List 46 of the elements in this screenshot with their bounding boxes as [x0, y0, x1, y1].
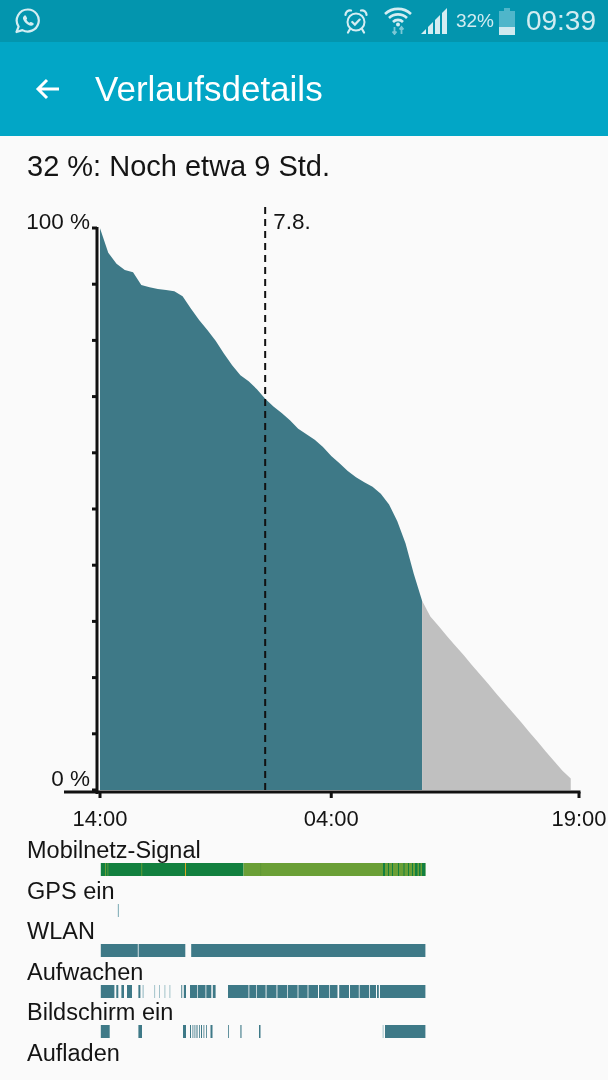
- battery-icon: [498, 7, 515, 35]
- back-arrow-icon[interactable]: [35, 78, 60, 100]
- timeline-segment: [100, 944, 138, 958]
- timeline-segment: [159, 984, 160, 998]
- alarm-clock-icon: [342, 8, 369, 34]
- timeline-segment: [138, 944, 186, 958]
- timeline-segment: [121, 984, 124, 998]
- row-label: Bildschirm ein: [27, 1001, 174, 1025]
- axis-tick-label: 100 %: [26, 209, 90, 235]
- timeline-segment: [210, 1025, 213, 1039]
- timeline-segment: [319, 984, 329, 998]
- signal-icon: [420, 8, 449, 34]
- timeline-segment: [183, 1025, 186, 1039]
- timeline-segment: [240, 1025, 242, 1039]
- timeline-segment: [339, 984, 349, 998]
- timeline-segment: [266, 984, 277, 998]
- axis-tick-label: 0 %: [51, 766, 90, 792]
- timeline-segment: [138, 1025, 142, 1039]
- timeline-segment: [228, 1025, 229, 1039]
- row-label: GPS ein: [27, 879, 115, 903]
- timeline-segment: [256, 984, 266, 998]
- battery-percentage: 32%: [455, 10, 494, 32]
- axis-tick-label: 14:00: [72, 806, 128, 831]
- timeline-segment: [350, 984, 359, 998]
- timeline-segment: [329, 984, 338, 998]
- row-label: Mobilnetz-Signal: [27, 839, 201, 862]
- timeline-segment: [100, 1025, 110, 1039]
- wifi-icon: [382, 7, 413, 35]
- battery-estimate: 32 %: Noch etwa 9 Std.: [27, 149, 331, 183]
- timeline-segment: [127, 984, 132, 998]
- axis-tick-label: 04:00: [303, 806, 359, 831]
- timeline-segment: [154, 984, 156, 998]
- screen-title: Verlaufsdetails: [95, 69, 323, 109]
- row-label: Aufladen: [27, 1041, 120, 1065]
- timeline-segment: [287, 984, 298, 998]
- timeline-segment: [117, 903, 119, 917]
- timeline-segment: [259, 1025, 261, 1039]
- date-label: 7.8.: [273, 209, 311, 234]
- axis-tick-label: 19:00: [551, 806, 607, 831]
- clock-time: 09:39: [525, 5, 596, 37]
- timeline-segment: [298, 984, 308, 998]
- row-label: Aufwachen: [27, 960, 144, 984]
- timeline-segment: [277, 984, 287, 998]
- phone-bubble-icon: [14, 7, 42, 35]
- timeline-segment: [308, 984, 318, 998]
- row-label: WLAN: [27, 920, 95, 944]
